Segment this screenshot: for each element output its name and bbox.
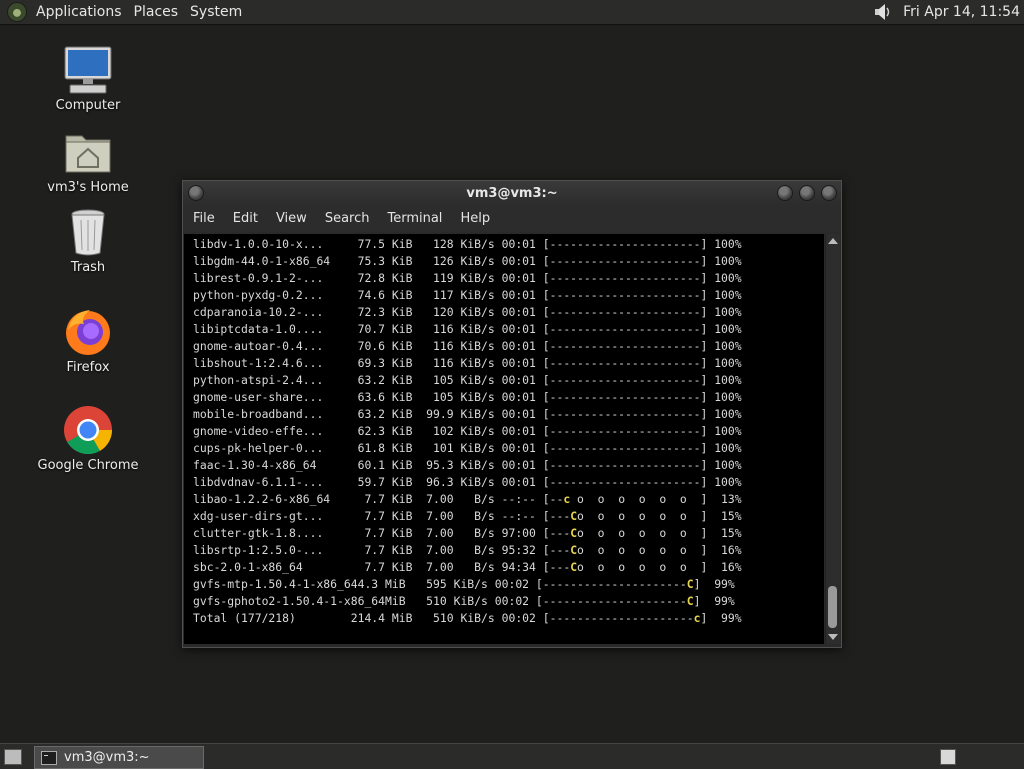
terminal-line: cups-pk-helper-0... 61.8 KiB 101 KiB/s 0… [193,441,742,455]
menu-file[interactable]: File [183,211,224,226]
terminal-line: cdparanoia-10.2-... 72.3 KiB 120 KiB/s 0… [193,305,742,319]
desktop-icon-label: Trash [70,260,106,275]
menu-help[interactable]: Help [451,211,499,226]
desktop-icon-computer[interactable]: Computer [28,44,148,113]
terminal-line: librest-0.9.1-2-... 72.8 KiB 119 KiB/s 0… [193,271,742,285]
top-panel: Applications Places System Fri Apr 14, 1… [0,0,1024,25]
menu-edit[interactable]: Edit [224,211,267,226]
scrollbar-thumb[interactable] [828,586,837,628]
show-desktop-icon[interactable] [4,749,22,765]
terminal-line: libshout-1:2.4.6... 69.3 KiB 116 KiB/s 0… [193,356,742,370]
terminal-line: gnome-user-share... 63.6 KiB 105 KiB/s 0… [193,390,742,404]
terminal-line: mobile-broadband... 63.2 KiB 99.9 KiB/s … [193,407,742,421]
taskbar-terminal-button[interactable]: vm3@vm3:~ [34,746,204,769]
window-menu-button[interactable] [188,185,204,201]
workspace-switcher[interactable] [940,749,956,765]
terminal-line: libdv-1.0.0-10-x... 77.5 KiB 128 KiB/s 0… [193,237,742,251]
taskbar-button-label: vm3@vm3:~ [64,750,150,765]
terminal-line: gnome-video-effe... 62.3 KiB 102 KiB/s 0… [193,424,742,438]
desktop-icon-trash[interactable]: Trash [28,206,148,275]
chrome-icon [64,406,112,455]
gnome-foot-icon[interactable] [7,2,27,22]
pacman-progress-marker: C [686,594,694,608]
desktop-icon-label: vm3's Home [47,180,129,195]
terminal-line: libgdm-44.0-1-x86_64 75.3 KiB 126 KiB/s … [193,254,742,268]
maximize-button[interactable] [799,185,815,201]
menu-places[interactable]: Places [130,4,187,20]
terminal-scrollbar[interactable] [825,234,840,644]
terminal-line: libao-1.2.2-6-x86_64 7.7 KiB 7.00 B/s --… [193,492,742,506]
terminal-line: libsrtp-1:2.5.0-... 7.7 KiB 7.00 B/s 95:… [193,543,742,557]
menu-terminal[interactable]: Terminal [378,211,451,226]
volume-icon[interactable] [873,2,893,22]
desktop-icon-home[interactable]: vm3's Home [28,126,148,195]
terminal-menubar: File Edit View Search Terminal Help [183,205,841,232]
desktop-icon-label: Google Chrome [37,458,139,473]
terminal-line: libdvdnav-6.1.1-... 59.7 KiB 96.3 KiB/s … [193,475,742,489]
desktop-icon-label: Computer [55,98,121,113]
home-folder-icon [65,135,111,173]
minimize-button[interactable] [777,185,793,201]
menu-applications[interactable]: Applications [33,4,130,20]
clock[interactable]: Fri Apr 14, 11:54 [903,4,1020,20]
computer-icon [64,46,112,94]
desktop-icon-chrome[interactable]: Google Chrome [28,404,148,473]
terminal-line: gvfs-mtp-1.50.4-1-x86_644.3 MiB 595 KiB/… [193,577,735,591]
menu-system[interactable]: System [186,4,250,20]
pacman-progress-marker: C [686,577,694,591]
window-titlebar[interactable]: vm3@vm3:~ [183,181,841,205]
terminal-line: xdg-user-dirs-gt... 7.7 KiB 7.00 B/s --:… [193,509,742,523]
terminal-window: vm3@vm3:~ File Edit View Search Terminal… [182,180,842,648]
terminal-line: gvfs-gphoto2-1.50.4-1-x86_64MiB 510 KiB/… [193,594,735,608]
terminal-line: libiptcdata-1.0.... 70.7 KiB 116 KiB/s 0… [193,322,742,336]
desktop-icon-firefox[interactable]: Firefox [28,306,148,375]
scroll-up-arrow-icon[interactable] [828,238,838,244]
menu-view[interactable]: View [267,211,316,226]
terminal-line: clutter-gtk-1.8.... 7.7 KiB 7.00 B/s 97:… [193,526,742,540]
terminal-icon [41,750,57,765]
firefox-icon [66,310,110,355]
terminal-line: Total (177/218) 214.4 MiB 510 KiB/s 00:0… [193,611,742,625]
menu-search[interactable]: Search [316,211,379,226]
scroll-down-arrow-icon[interactable] [828,634,838,640]
trash-icon [71,209,105,256]
desktop-icon-label: Firefox [66,360,110,375]
terminal-line: python-atspi-2.4... 63.2 KiB 105 KiB/s 0… [193,373,742,387]
terminal-line: faac-1.30-4-x86_64 60.1 KiB 95.3 KiB/s 0… [193,458,742,472]
terminal-output[interactable]: libdv-1.0.0-10-x... 77.5 KiB 128 KiB/s 0… [184,234,824,644]
bottom-panel: vm3@vm3:~ [0,743,1024,769]
terminal-line: gnome-autoar-0.4... 70.6 KiB 116 KiB/s 0… [193,339,742,353]
terminal-line: sbc-2.0-1-x86_64 7.7 KiB 7.00 B/s 94:34 … [193,560,742,574]
close-button[interactable] [821,185,837,201]
terminal-line: python-pyxdg-0.2... 74.6 KiB 117 KiB/s 0… [193,288,742,302]
window-title: vm3@vm3:~ [466,185,558,201]
